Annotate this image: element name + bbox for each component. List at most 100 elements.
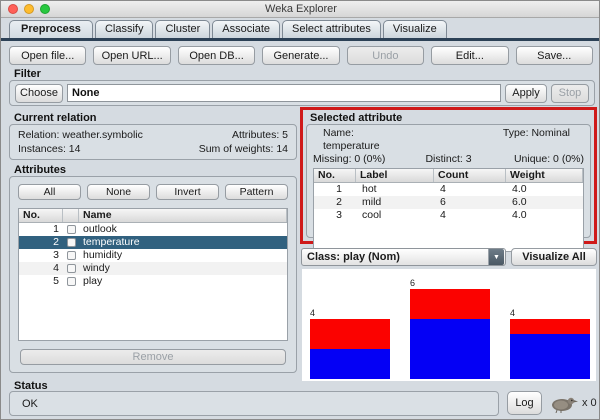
toolbar: Open file... Open URL... Open DB... Generat… bbox=[9, 46, 593, 65]
label-value: mild bbox=[356, 196, 434, 209]
filter-panel: Choose None Apply Stop bbox=[9, 80, 595, 106]
attr-name-stat: Name: temperature bbox=[313, 127, 403, 153]
col-weight: Weight bbox=[506, 169, 583, 182]
attributes-col-name: Name bbox=[79, 209, 287, 222]
class-dropdown[interactable]: Class: play (Nom) ▼ bbox=[301, 248, 506, 266]
label-counts-table: No. Label Count Weight 1hot44.02mild66.0… bbox=[313, 168, 584, 252]
bar-count-label: 4 bbox=[510, 309, 515, 318]
label-counts-header: No. Label Count Weight bbox=[314, 169, 583, 183]
col-label: Label bbox=[356, 169, 434, 182]
tab-select-attributes[interactable]: Select attributes bbox=[282, 20, 381, 38]
attribute-no: 4 bbox=[19, 262, 63, 275]
tab-cluster[interactable]: Cluster bbox=[155, 20, 210, 38]
tab-visualize[interactable]: Visualize bbox=[383, 20, 447, 38]
attributes-col-checkbox bbox=[63, 209, 79, 222]
selected-attribute-section-label: Selected attribute bbox=[310, 112, 402, 124]
bar-count-label: 4 bbox=[310, 309, 315, 318]
attribute-checkbox[interactable] bbox=[67, 238, 76, 247]
chevron-down-icon: ▼ bbox=[488, 249, 504, 265]
bar-count-label: 6 bbox=[410, 279, 415, 288]
class-selector-row: Class: play (Nom) ▼ Visualize All bbox=[301, 248, 597, 267]
edit-button[interactable]: Edit... bbox=[431, 46, 508, 65]
attribute-checkbox[interactable] bbox=[67, 264, 76, 273]
generate-button[interactable]: Generate... bbox=[262, 46, 339, 65]
attr-unique-stat: Unique: 0 (0%) bbox=[494, 153, 584, 166]
label-no: 1 bbox=[314, 183, 356, 196]
col-no: No. bbox=[314, 169, 356, 182]
red-highlight-rectangle: Selected attribute Name: temperature Typ… bbox=[300, 107, 597, 244]
open-file-button[interactable]: Open file... bbox=[9, 46, 86, 65]
relation-value: Relation: weather.symbolic bbox=[18, 128, 143, 142]
status-message: OK bbox=[22, 398, 38, 410]
attribute-row-play[interactable]: 5play bbox=[19, 275, 287, 288]
log-button[interactable]: Log bbox=[507, 391, 542, 415]
attribute-checkbox[interactable] bbox=[67, 277, 76, 286]
bar-segment-blue bbox=[510, 334, 590, 379]
all-button[interactable]: All bbox=[18, 184, 81, 200]
open-db-button[interactable]: Open DB... bbox=[178, 46, 255, 65]
label-row-mild[interactable]: 2mild66.0 bbox=[314, 196, 583, 209]
label-no: 2 bbox=[314, 196, 356, 209]
label-count: 4 bbox=[434, 183, 506, 196]
attribute-row-windy[interactable]: 4 windy bbox=[19, 262, 287, 275]
col-count: Count bbox=[434, 169, 506, 182]
current-relation-panel: Relation: weather.symbolic Attributes: 5… bbox=[9, 124, 297, 160]
remove-button[interactable]: Remove bbox=[20, 349, 286, 365]
instances-count: Instances: 14 bbox=[18, 142, 80, 156]
label-value: hot bbox=[356, 183, 434, 196]
bar-segment-blue bbox=[310, 349, 390, 379]
invert-button[interactable]: Invert bbox=[156, 184, 219, 200]
stop-button[interactable]: Stop bbox=[551, 84, 589, 103]
attr-distinct-stat: Distinct: 3 bbox=[403, 153, 493, 166]
attr-missing-stat: Missing: 0 (0%) bbox=[313, 153, 403, 166]
attribute-selection-buttons: All None Invert Pattern bbox=[18, 184, 288, 200]
tab-preprocess[interactable]: Preprocess bbox=[9, 20, 93, 38]
label-row-cool[interactable]: 3cool44.0 bbox=[314, 209, 583, 222]
choose-button[interactable]: Choose bbox=[15, 84, 63, 103]
attribute-no: 1 bbox=[19, 223, 63, 236]
selected-attribute-panel: Name: temperature Type: Nominal Missing:… bbox=[306, 124, 591, 238]
tab-classify[interactable]: Classify bbox=[95, 20, 154, 38]
log-counter: x 0 bbox=[582, 397, 597, 409]
filter-value-field[interactable]: None bbox=[67, 84, 501, 102]
attributes-table: No. Name 1 outlook 2 temperature3humidity4 w… bbox=[18, 208, 288, 341]
attribute-checkbox[interactable] bbox=[67, 225, 76, 234]
label-weight: 6.0 bbox=[506, 196, 583, 209]
attribute-no: 3 bbox=[19, 249, 63, 262]
class-dropdown-value: Class: play (Nom) bbox=[302, 251, 488, 263]
attributes-col-no: No. bbox=[19, 209, 63, 222]
titlebar: Weka Explorer bbox=[1, 1, 600, 18]
label-no: 3 bbox=[314, 209, 356, 222]
tab-bar: PreprocessClassifyClusterAssociateSelect… bbox=[1, 18, 600, 41]
histogram-bar-hot bbox=[310, 319, 390, 379]
attribute-row-outlook[interactable]: 1 outlook bbox=[19, 223, 287, 236]
attribute-row-humidity[interactable]: 3humidity bbox=[19, 249, 287, 262]
bar-segment-red bbox=[510, 319, 590, 334]
apply-button[interactable]: Apply bbox=[505, 84, 547, 103]
bar-segment-blue bbox=[410, 319, 490, 379]
label-value: cool bbox=[356, 209, 434, 222]
attributes-count: Attributes: 5 bbox=[232, 128, 288, 142]
status-message-box: OK bbox=[9, 391, 499, 416]
attributes-table-header: No. Name bbox=[19, 209, 287, 223]
attribute-checkbox[interactable] bbox=[67, 251, 76, 260]
histogram-bar-mild bbox=[410, 289, 490, 379]
pattern-button[interactable]: Pattern bbox=[225, 184, 288, 200]
none-button[interactable]: None bbox=[87, 184, 150, 200]
attribute-no: 2 bbox=[19, 236, 63, 249]
attribute-histogram: 4 6 4 bbox=[302, 269, 596, 381]
undo-button[interactable]: Undo bbox=[347, 46, 424, 65]
label-count: 4 bbox=[434, 209, 506, 222]
label-weight: 4.0 bbox=[506, 183, 583, 196]
attribute-name: outlook bbox=[79, 223, 287, 236]
label-row-hot[interactable]: 1hot44.0 bbox=[314, 183, 583, 196]
save-button[interactable]: Save... bbox=[516, 46, 593, 65]
visualize-all-button[interactable]: Visualize All bbox=[511, 248, 597, 266]
label-count: 6 bbox=[434, 196, 506, 209]
attribute-name: temperature bbox=[79, 236, 287, 249]
weka-explorer-window: Weka Explorer PreprocessClassifyClusterA… bbox=[0, 0, 600, 420]
tab-associate[interactable]: Associate bbox=[212, 20, 280, 38]
open-url-button[interactable]: Open URL... bbox=[93, 46, 170, 65]
attribute-row-temperature[interactable]: 2 temperature bbox=[19, 236, 287, 249]
attribute-name: windy bbox=[79, 262, 287, 275]
